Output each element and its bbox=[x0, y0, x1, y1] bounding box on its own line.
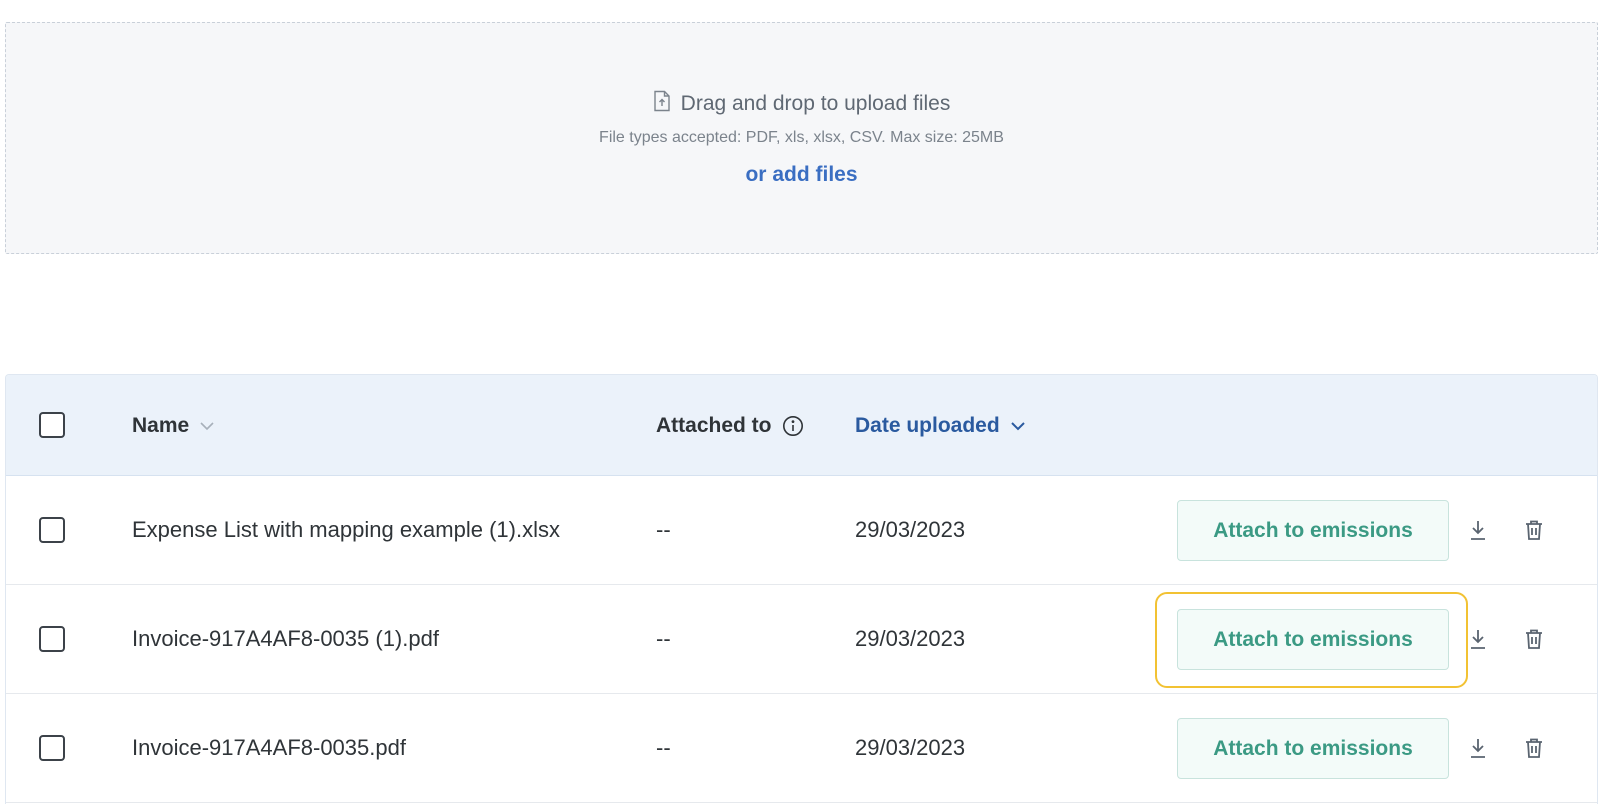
date-uploaded-value: 29/03/2023 bbox=[855, 626, 966, 651]
download-icon[interactable] bbox=[1463, 623, 1493, 655]
info-icon[interactable] bbox=[782, 415, 804, 437]
files-table: Name Attached to Date uploaded Expense L… bbox=[5, 374, 1598, 804]
upload-title-text: Drag and drop to upload files bbox=[680, 92, 951, 115]
trash-icon[interactable] bbox=[1519, 623, 1549, 655]
upload-dropzone[interactable]: Drag and drop to upload files File types… bbox=[5, 22, 1598, 254]
column-attached-label: Attached to bbox=[656, 413, 772, 437]
column-header-date-uploaded[interactable]: Date uploaded bbox=[855, 375, 1026, 476]
table-header: Name Attached to Date uploaded bbox=[6, 375, 1597, 476]
download-icon[interactable] bbox=[1463, 732, 1493, 764]
trash-icon[interactable] bbox=[1519, 732, 1549, 764]
upload-subtitle: File types accepted: PDF, xls, xlsx, CSV… bbox=[599, 129, 1004, 146]
file-name[interactable]: Invoice-917A4AF8-0035.pdf bbox=[132, 694, 406, 802]
column-date-label: Date uploaded bbox=[855, 413, 1000, 437]
row-checkbox[interactable] bbox=[39, 517, 65, 543]
column-header-attached-to: Attached to bbox=[656, 375, 804, 476]
chevron-down-icon bbox=[199, 421, 215, 431]
file-upload-icon bbox=[653, 90, 671, 118]
file-name[interactable]: Invoice-917A4AF8-0035 (1).pdf bbox=[132, 585, 439, 693]
add-files-link[interactable]: or add files bbox=[6, 163, 1597, 187]
row-checkbox[interactable] bbox=[39, 735, 65, 761]
attach-to-emissions-button[interactable]: Attach to emissions bbox=[1177, 718, 1449, 779]
chevron-down-icon bbox=[1010, 421, 1026, 431]
row-checkbox[interactable] bbox=[39, 626, 65, 652]
file-name[interactable]: Expense List with mapping example (1).xl… bbox=[132, 476, 560, 584]
column-name-label: Name bbox=[132, 413, 190, 437]
attached-to-value: -- bbox=[656, 735, 671, 760]
upload-title: Drag and drop to upload files bbox=[6, 90, 1597, 118]
table-row: Expense List with mapping example (1).xl… bbox=[6, 476, 1597, 585]
attach-to-emissions-button[interactable]: Attach to emissions bbox=[1177, 500, 1449, 561]
attached-to-value: -- bbox=[656, 517, 671, 542]
attach-to-emissions-button[interactable]: Attach to emissions bbox=[1177, 609, 1449, 670]
table-row: Invoice-917A4AF8-0035 (1).pdf -- 29/03/2… bbox=[6, 585, 1597, 694]
table-row: Invoice-917A4AF8-0035.pdf -- 29/03/2023 … bbox=[6, 694, 1597, 803]
column-header-name[interactable]: Name bbox=[132, 375, 215, 476]
select-all-checkbox[interactable] bbox=[39, 412, 65, 438]
attached-to-value: -- bbox=[656, 626, 671, 651]
date-uploaded-value: 29/03/2023 bbox=[855, 735, 966, 760]
date-uploaded-value: 29/03/2023 bbox=[855, 517, 966, 542]
trash-icon[interactable] bbox=[1519, 514, 1549, 546]
download-icon[interactable] bbox=[1463, 514, 1493, 546]
